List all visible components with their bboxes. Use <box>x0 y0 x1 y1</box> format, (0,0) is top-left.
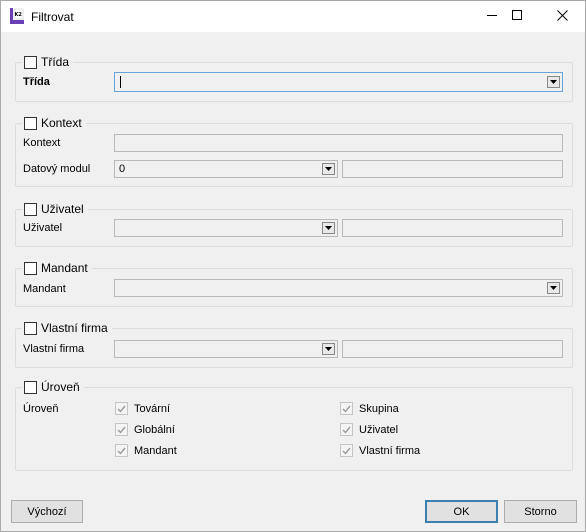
dropdown-button[interactable] <box>322 222 335 234</box>
option-uzivatel[interactable]: Uživatel <box>340 423 398 436</box>
datovy-modul-label: Datový modul <box>23 163 91 175</box>
uzivatel-text[interactable] <box>342 219 563 237</box>
default-button[interactable]: Výchozí <box>11 500 83 523</box>
chevron-down-icon <box>550 80 557 84</box>
dropdown-button[interactable] <box>547 282 560 294</box>
uzivatel-label: Uživatel <box>23 222 63 234</box>
option-globalni[interactable]: Globální <box>115 423 175 436</box>
maximize-button[interactable] <box>494 1 540 32</box>
checkmark-icon <box>115 402 128 415</box>
maximize-icon <box>512 10 522 23</box>
title-bar: K2 Filtrovat <box>1 1 585 32</box>
chevron-down-icon <box>325 167 332 171</box>
checkmark-icon <box>115 444 128 457</box>
dropdown-button[interactable] <box>322 163 335 175</box>
uroven-enable-checkbox[interactable] <box>24 380 37 394</box>
ok-button[interactable]: OK <box>425 500 498 523</box>
cancel-button[interactable]: Storno <box>504 500 577 523</box>
mandant-label: Mandant <box>23 283 66 295</box>
close-icon <box>556 9 568 24</box>
uzivatel-combo[interactable] <box>114 219 338 237</box>
group-title: Kontext <box>41 116 82 130</box>
mandant-combo[interactable] <box>114 279 563 297</box>
uroven-label: Úroveň <box>23 403 59 415</box>
vlastni-firma-combo[interactable] <box>114 340 338 358</box>
option-mandant[interactable]: Mandant <box>115 444 177 457</box>
option-vlastni-firma[interactable]: Vlastní firma <box>340 444 420 457</box>
group-title: Vlastní firma <box>41 321 108 335</box>
checkmark-icon <box>340 423 353 436</box>
kontext-enable-checkbox[interactable] <box>24 116 37 130</box>
trida-label: Třída <box>23 76 50 88</box>
option-skupina[interactable]: Skupina <box>340 402 399 415</box>
vlastni-firma-label: Vlastní firma <box>23 343 85 355</box>
group-title: Mandant <box>41 261 88 275</box>
chevron-down-icon <box>550 286 557 290</box>
trida-combo[interactable] <box>114 72 563 92</box>
datovy-modul-text[interactable] <box>342 160 563 178</box>
dropdown-button[interactable] <box>322 343 335 355</box>
text-cursor <box>120 76 121 88</box>
group-title: Třída <box>41 55 70 69</box>
datovy-modul-combo[interactable]: 0 <box>114 160 338 178</box>
trida-enable-checkbox[interactable] <box>24 55 37 69</box>
checkmark-icon <box>340 444 353 457</box>
filter-dialog: K2 Filtrovat Třída Třída Kontext Kontext… <box>0 0 586 532</box>
kontext-field[interactable] <box>114 134 563 152</box>
option-tovarni[interactable]: Tovární <box>115 402 170 415</box>
close-button[interactable] <box>539 1 585 32</box>
uzivatel-enable-checkbox[interactable] <box>24 202 37 216</box>
group-uroven: Úroveň <box>15 378 573 471</box>
checkmark-icon <box>115 423 128 436</box>
vlastni-firma-enable-checkbox[interactable] <box>24 321 37 335</box>
vlastni-firma-text[interactable] <box>342 340 563 358</box>
window-title: Filtrovat <box>31 10 74 24</box>
mandant-enable-checkbox[interactable] <box>24 261 37 275</box>
svg-text:K2: K2 <box>15 12 23 18</box>
group-title: Úroveň <box>41 380 80 394</box>
group-title: Uživatel <box>41 202 84 216</box>
checkmark-icon <box>340 402 353 415</box>
k2-app-icon: K2 <box>10 8 24 24</box>
chevron-down-icon <box>325 226 332 230</box>
dropdown-button[interactable] <box>547 76 560 88</box>
chevron-down-icon <box>325 347 332 351</box>
kontext-label: Kontext <box>23 137 61 149</box>
